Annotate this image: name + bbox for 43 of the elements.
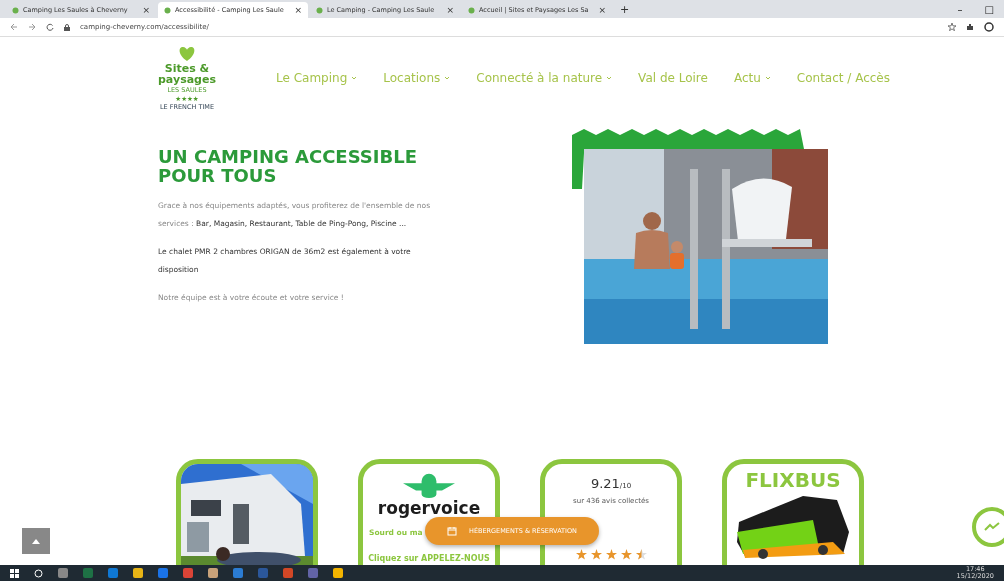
reload-icon[interactable] bbox=[46, 23, 54, 31]
taskbar-app-icon[interactable] bbox=[258, 568, 268, 578]
search-icon[interactable] bbox=[34, 568, 43, 578]
taskbar-app-icon[interactable] bbox=[283, 568, 293, 578]
taskbar-app-icon[interactable] bbox=[108, 568, 118, 578]
taskbar-app-icon[interactable] bbox=[333, 568, 343, 578]
logo-text: Sites & bbox=[164, 63, 210, 74]
close-tab-button[interactable]: × bbox=[294, 5, 302, 15]
taskbar-app-icon[interactable] bbox=[58, 568, 68, 578]
calendar-icon bbox=[447, 526, 457, 536]
star-icon bbox=[590, 549, 602, 560]
star-icon bbox=[605, 549, 617, 560]
maximize-button[interactable]: □ bbox=[974, 3, 1004, 15]
taskbar-app-icon[interactable] bbox=[233, 568, 243, 578]
lock-icon bbox=[64, 23, 70, 31]
back-icon[interactable] bbox=[10, 23, 18, 31]
taskbar-app-icon[interactable] bbox=[208, 568, 218, 578]
taskbar-app-icon[interactable] bbox=[183, 568, 193, 578]
brand-text: rogervoice bbox=[377, 498, 481, 518]
star-icon bbox=[575, 549, 587, 560]
logo-icon bbox=[401, 472, 457, 498]
profile-icon[interactable] bbox=[984, 22, 994, 32]
star-icon[interactable] bbox=[948, 23, 956, 31]
taskbar-app-icon[interactable] bbox=[158, 568, 168, 578]
star-icon bbox=[620, 549, 632, 560]
star-icon bbox=[635, 549, 647, 560]
windows-icon[interactable] bbox=[10, 568, 19, 578]
minimize-button[interactable]: – bbox=[947, 3, 973, 15]
close-tab-button[interactable]: × bbox=[142, 5, 150, 15]
logo-text: paysages bbox=[158, 74, 216, 85]
taskbar-app-icon[interactable] bbox=[83, 568, 93, 578]
new-tab-button[interactable]: + bbox=[614, 2, 636, 16]
caret-up-icon bbox=[32, 538, 40, 544]
page-heading: UN CAMPING ACCESSIBLE POUR TOUS bbox=[158, 146, 418, 185]
close-tab-button[interactable]: × bbox=[446, 5, 454, 15]
brand-text: FLIXBUS bbox=[745, 468, 841, 492]
taskbar-app-icon[interactable] bbox=[133, 568, 143, 578]
messenger-icon bbox=[984, 522, 1000, 532]
close-tab-button[interactable]: × bbox=[598, 5, 606, 15]
taskbar-app-icon[interactable] bbox=[308, 568, 318, 578]
scroll-top-button[interactable] bbox=[22, 528, 50, 554]
forward-icon[interactable] bbox=[28, 23, 36, 31]
messenger-button[interactable] bbox=[972, 507, 1004, 547]
